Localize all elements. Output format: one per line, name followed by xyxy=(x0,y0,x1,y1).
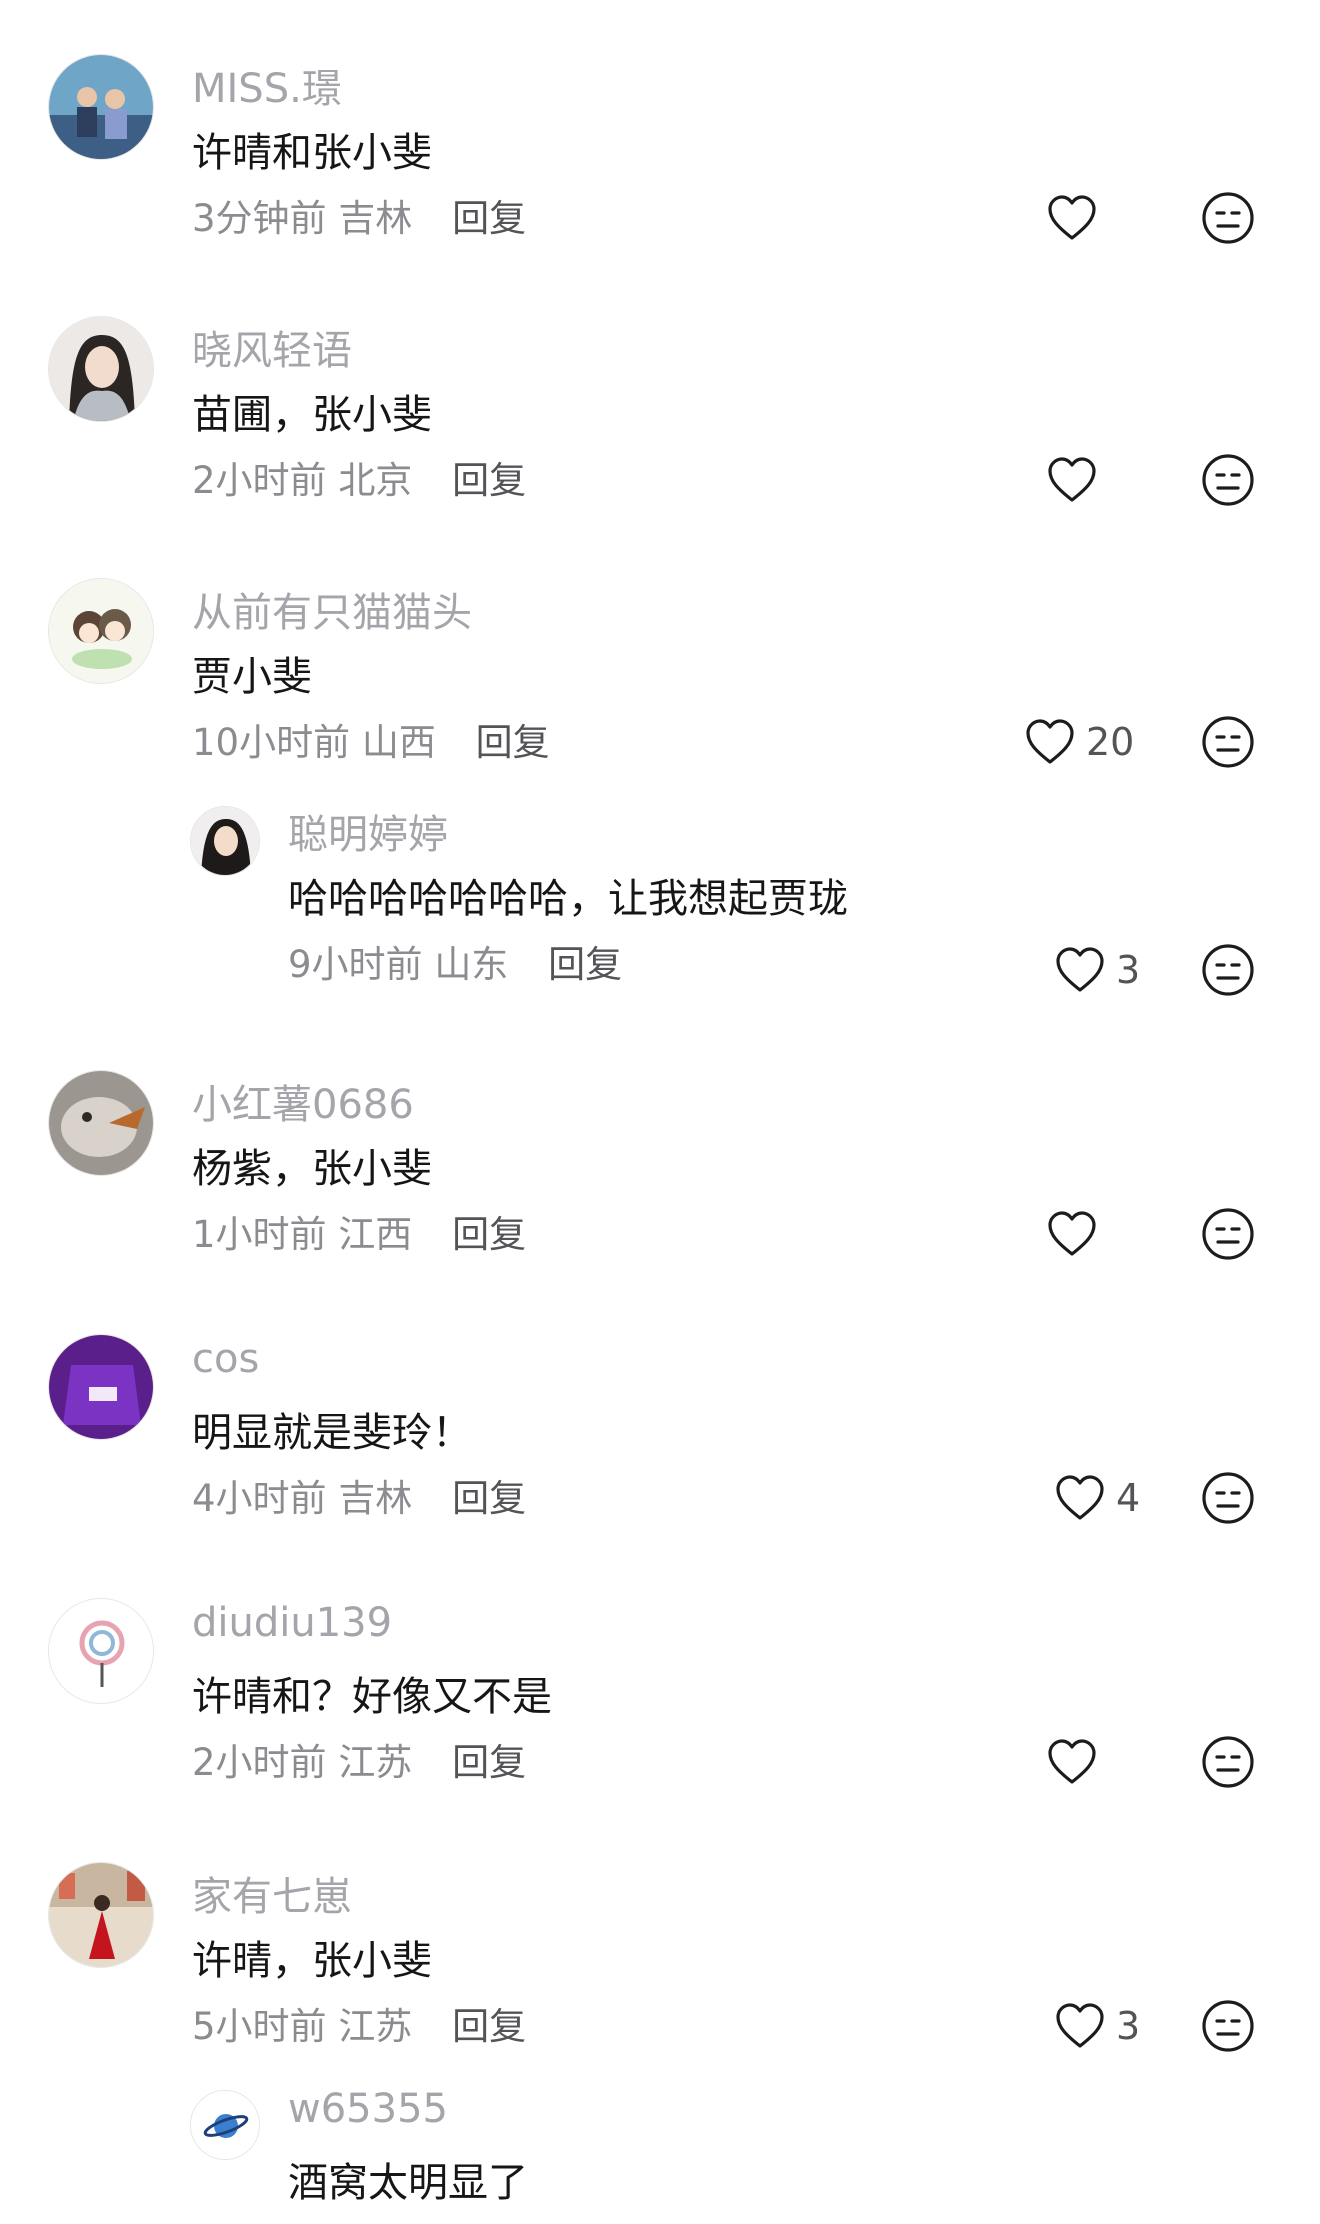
comment-username[interactable]: 小红薯0686 xyxy=(192,1072,414,1130)
comment-meta: 5小时前 江苏 回复 xyxy=(192,1996,526,2050)
reply-button[interactable]: 回复 xyxy=(452,1213,526,1256)
comment-username[interactable]: 聪明婷婷 xyxy=(288,802,448,860)
comment-meta: 2小时前 江苏 回复 xyxy=(192,1732,526,1786)
comment-location: 北京 xyxy=(338,459,413,502)
neutral-face-icon xyxy=(1202,1208,1254,1260)
heart-outline-icon xyxy=(1056,2003,1104,2048)
dislike-button[interactable] xyxy=(1200,452,1256,508)
like-count: 3 xyxy=(1116,2004,1141,2048)
comment-username[interactable]: diudiu139 xyxy=(192,1600,392,1646)
neutral-face-icon xyxy=(1202,716,1254,768)
avatar[interactable] xyxy=(48,1334,154,1440)
comment-location: 江西 xyxy=(338,1213,413,1256)
comment-username[interactable]: 从前有只猫猫头 xyxy=(192,580,472,638)
comment-meta: 2小时前 北京 回复 xyxy=(192,450,526,504)
comment-location: 江苏 xyxy=(338,1741,413,1784)
reply-button[interactable]: 回复 xyxy=(452,1741,526,1784)
comment-time: 3分钟前 xyxy=(192,197,327,240)
dislike-button[interactable] xyxy=(1200,1206,1256,1262)
neutral-face-icon xyxy=(1202,192,1254,244)
comment-username[interactable]: 家有七崽 xyxy=(192,1864,352,1922)
like-count: 4 xyxy=(1116,1476,1141,1520)
neutral-face-icon xyxy=(1202,1472,1254,1524)
neutral-face-icon xyxy=(1202,944,1254,996)
dislike-button[interactable] xyxy=(1200,190,1256,246)
reply-button[interactable]: 回复 xyxy=(452,459,526,502)
comment-time: 10小时前 xyxy=(192,721,351,764)
heart-outline-icon xyxy=(1048,1211,1096,1256)
like-count: 20 xyxy=(1086,720,1135,764)
avatar[interactable] xyxy=(48,578,154,684)
dislike-button[interactable] xyxy=(1200,714,1256,770)
comment-location: 山西 xyxy=(361,721,436,764)
heart-outline-icon xyxy=(1048,457,1096,502)
like-button[interactable]: 4 xyxy=(1054,1468,1140,1528)
comment-text: 杨紫，张小斐 xyxy=(192,1146,432,1192)
comment-username[interactable]: w65355 xyxy=(288,2086,448,2132)
comment-username[interactable]: MISS.璟 xyxy=(192,56,342,114)
comment-meta: 1小时前 江西 回复 xyxy=(192,1204,526,1258)
avatar[interactable] xyxy=(48,1070,154,1176)
comment-text: 贾小斐 xyxy=(192,654,312,700)
comment-username[interactable]: cos xyxy=(192,1336,259,1382)
like-button[interactable]: 20 xyxy=(1024,712,1134,772)
comment-meta: 10小时前 山西 回复 xyxy=(192,712,550,766)
comment-text: 酒窝太明显了 xyxy=(288,2160,528,2206)
comment-location: 吉林 xyxy=(338,1477,413,1520)
comment-time: 4小时前 xyxy=(192,1477,327,1520)
like-button[interactable] xyxy=(1046,450,1108,510)
heart-outline-icon xyxy=(1056,947,1104,992)
like-count: 3 xyxy=(1116,948,1141,992)
comment-time: 9小时前 xyxy=(288,943,423,986)
neutral-face-icon xyxy=(1202,1736,1254,1788)
dislike-button[interactable] xyxy=(1200,1470,1256,1526)
reply-button[interactable]: 回复 xyxy=(452,2005,526,2048)
reply-button[interactable]: 回复 xyxy=(452,197,526,240)
reply-button[interactable]: 回复 xyxy=(476,721,550,764)
comment-username[interactable]: 晓风轻语 xyxy=(192,318,352,376)
avatar[interactable] xyxy=(190,2090,260,2160)
like-button[interactable] xyxy=(1046,188,1108,248)
comment-text: 苗圃，张小斐 xyxy=(192,392,432,438)
comment-text: 许晴和张小斐 xyxy=(192,130,432,176)
comment-text: 许晴和？好像又不是 xyxy=(192,1674,552,1720)
comment-time: 1小时前 xyxy=(192,1213,327,1256)
avatar[interactable] xyxy=(48,1862,154,1968)
avatar[interactable] xyxy=(48,54,154,160)
heart-outline-icon xyxy=(1056,1475,1104,1520)
comment-location: 山东 xyxy=(434,943,509,986)
heart-outline-icon xyxy=(1048,195,1096,240)
heart-outline-icon xyxy=(1026,719,1074,764)
comment-time: 5小时前 xyxy=(192,2005,327,2048)
comment-meta: 9小时前 山东 回复 xyxy=(288,934,622,988)
like-button[interactable]: 3 xyxy=(1054,940,1140,1000)
comment-meta: 4小时前 吉林 回复 xyxy=(192,1468,526,1522)
neutral-face-icon xyxy=(1202,454,1254,506)
comment-text: 许晴，张小斐 xyxy=(192,1938,432,1984)
comment-text: 哈哈哈哈哈哈哈，让我想起贾珑 xyxy=(288,876,848,922)
comment-meta: 3分钟前 吉林 回复 xyxy=(192,188,526,242)
comment-location: 江苏 xyxy=(338,2005,413,2048)
avatar[interactable] xyxy=(48,316,154,422)
comment-time: 2小时前 xyxy=(192,1741,327,1784)
heart-outline-icon xyxy=(1048,1739,1096,1784)
neutral-face-icon xyxy=(1202,2000,1254,2052)
comment-text: 明显就是斐玲！ xyxy=(192,1410,472,1456)
dislike-button[interactable] xyxy=(1200,1998,1256,2054)
like-button[interactable] xyxy=(1046,1732,1108,1792)
like-button[interactable] xyxy=(1046,1204,1108,1264)
like-button[interactable]: 3 xyxy=(1054,1996,1140,2056)
avatar[interactable] xyxy=(48,1598,154,1704)
dislike-button[interactable] xyxy=(1200,942,1256,998)
comment-location: 吉林 xyxy=(338,197,413,240)
dislike-button[interactable] xyxy=(1200,1734,1256,1790)
reply-button[interactable]: 回复 xyxy=(548,943,622,986)
comment-time: 2小时前 xyxy=(192,459,327,502)
reply-button[interactable]: 回复 xyxy=(452,1477,526,1520)
avatar[interactable] xyxy=(190,806,260,876)
